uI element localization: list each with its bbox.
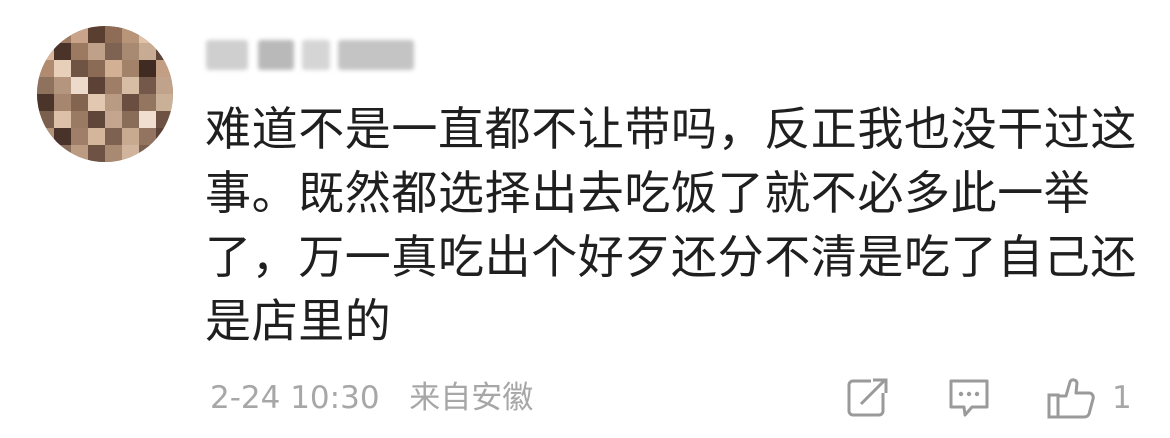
avatar-pixel xyxy=(122,77,139,94)
avatar-pixel xyxy=(54,145,71,162)
avatar-pixel xyxy=(71,128,88,145)
avatar-pixel xyxy=(54,43,71,60)
avatar-pixel xyxy=(122,128,139,145)
avatar-pixel xyxy=(37,77,54,94)
avatar-pixel xyxy=(105,94,122,111)
comment-item: 难道不是一直都不让带吗，反正我也没干过这事。既然都选择出去吃饭了就不必多此一举了… xyxy=(0,0,1170,438)
comment-date: 2-24 10:30 xyxy=(210,380,380,416)
avatar-pixel xyxy=(37,94,54,111)
comment-button[interactable] xyxy=(946,376,992,420)
avatar-pixel xyxy=(71,111,88,128)
avatar-pixel xyxy=(122,43,139,60)
avatar-pixel xyxy=(139,145,156,162)
avatar-pixel xyxy=(88,26,105,43)
avatar-pixel xyxy=(71,60,88,77)
avatar-pixel xyxy=(156,145,173,162)
like-button[interactable] xyxy=(1046,376,1096,420)
comment-text: 难道不是一直都不让带吗，反正我也没干过这事。既然都选择出去吃饭了就不必多此一举了… xyxy=(205,102,1137,348)
avatar-pixel xyxy=(139,111,156,128)
avatar-pixel xyxy=(37,145,54,162)
thumbs-up-icon xyxy=(1046,376,1096,420)
avatar-pixel xyxy=(88,94,105,111)
avatar-pixel xyxy=(122,60,139,77)
avatar-pixel xyxy=(156,94,173,111)
avatar-pixel xyxy=(105,77,122,94)
avatar-pixel xyxy=(37,60,54,77)
avatar-pixel xyxy=(71,94,88,111)
avatar-pixel xyxy=(88,111,105,128)
avatar-pixel xyxy=(105,60,122,77)
comment-meta: 2-24 10:30 来自安徽 xyxy=(210,376,533,420)
repost-button[interactable] xyxy=(845,376,891,420)
avatar-pixel xyxy=(37,26,54,43)
avatar-pixel xyxy=(71,43,88,60)
avatar-pixel xyxy=(71,77,88,94)
avatar-pixel xyxy=(105,111,122,128)
avatar-pixel xyxy=(54,77,71,94)
avatar-pixel xyxy=(139,60,156,77)
avatar-pixel xyxy=(139,77,156,94)
comment-location: 来自安徽 xyxy=(409,380,534,416)
avatar-pixel xyxy=(139,94,156,111)
avatar-pixel xyxy=(156,77,173,94)
avatar-pixel xyxy=(54,128,71,145)
avatar-pixel xyxy=(54,60,71,77)
avatar-pixel xyxy=(37,111,54,128)
avatar-pixel xyxy=(37,128,54,145)
avatar-pixel xyxy=(139,26,156,43)
repost-icon xyxy=(845,376,891,420)
avatar-pixel xyxy=(122,111,139,128)
avatar-pixel xyxy=(139,128,156,145)
avatar-pixel xyxy=(122,94,139,111)
avatar-pixel xyxy=(156,43,173,60)
avatar-pixel xyxy=(139,43,156,60)
avatar-pixel xyxy=(105,128,122,145)
avatar-pixel xyxy=(54,26,71,43)
avatar-pixel xyxy=(88,128,105,145)
avatar-pixel xyxy=(122,26,139,43)
avatar-pixel xyxy=(156,26,173,43)
comment-icon xyxy=(946,376,992,420)
avatar-pixel xyxy=(71,145,88,162)
avatar-pixel xyxy=(156,60,173,77)
avatar-pixel xyxy=(88,43,105,60)
avatar-pixel xyxy=(88,145,105,162)
avatar-pixel xyxy=(54,94,71,111)
avatar-pixel xyxy=(156,111,173,128)
username[interactable] xyxy=(206,40,416,70)
avatar[interactable] xyxy=(37,26,173,162)
like-count: 1 xyxy=(1112,380,1132,416)
avatar-pixel xyxy=(71,26,88,43)
avatar-pixel xyxy=(122,145,139,162)
avatar-pixel xyxy=(88,60,105,77)
avatar-pixel xyxy=(88,77,105,94)
avatar-pixel xyxy=(37,43,54,60)
avatar-pixel xyxy=(105,26,122,43)
avatar-pixel xyxy=(105,43,122,60)
avatar-pixel xyxy=(156,128,173,145)
avatar-pixel xyxy=(105,145,122,162)
avatar-pixel xyxy=(54,111,71,128)
